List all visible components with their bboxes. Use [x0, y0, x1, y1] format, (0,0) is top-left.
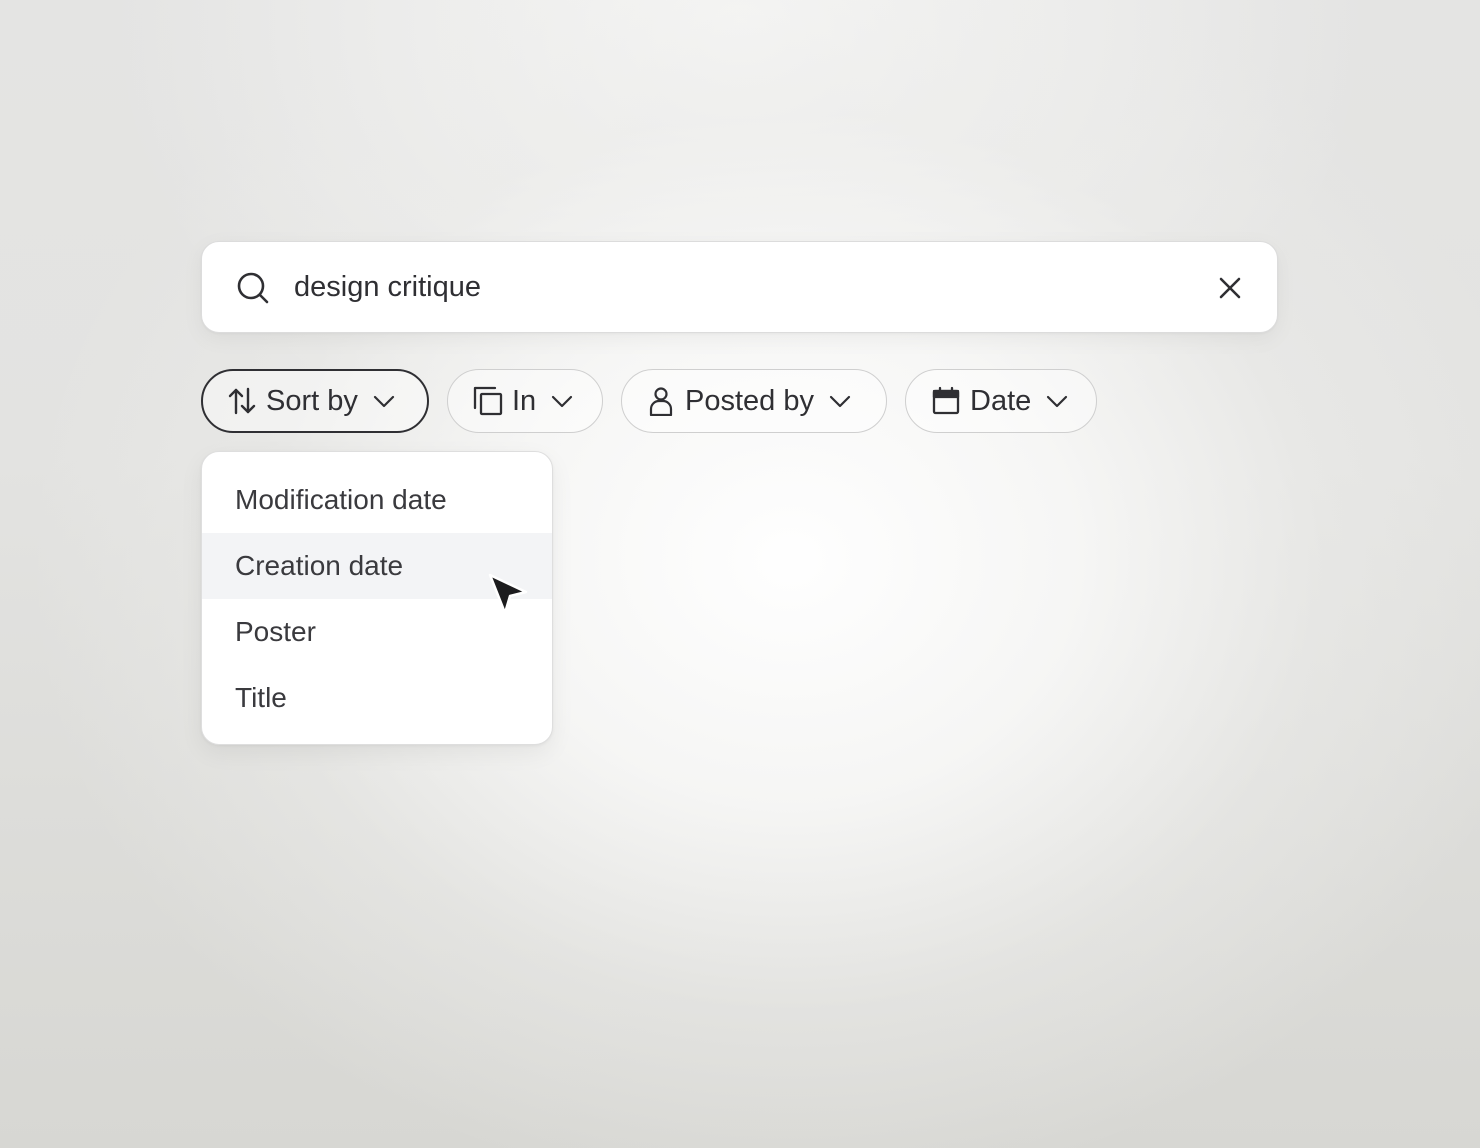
sort-by-filter-button[interactable]: Sort by — [201, 369, 429, 433]
date-label: Date — [970, 384, 1032, 417]
sort-by-label: Sort by — [266, 384, 358, 417]
chevron-down-icon — [828, 389, 852, 413]
sort-arrows-icon — [227, 386, 257, 416]
in-label: In — [512, 384, 537, 417]
date-filter-button[interactable]: Date — [905, 369, 1097, 433]
calendar-icon — [931, 386, 961, 416]
in-filter-button[interactable]: In — [447, 369, 603, 433]
person-icon — [646, 386, 676, 416]
menu-item-poster[interactable]: Poster — [202, 599, 552, 665]
search-input[interactable] — [294, 264, 1174, 310]
menu-item-creation-date[interactable]: Creation date — [202, 533, 552, 599]
menu-item-title[interactable]: Title — [202, 665, 552, 731]
menu-item-modification-date[interactable]: Modification date — [202, 467, 552, 533]
close-icon[interactable] — [1218, 276, 1242, 300]
posted-by-filter-button[interactable]: Posted by — [621, 369, 887, 433]
sort-by-dropdown-menu: Modification date Creation date Poster T… — [201, 451, 553, 745]
posted-by-label: Posted by — [685, 384, 814, 417]
copy-icon — [473, 386, 503, 416]
chevron-down-icon — [550, 389, 574, 413]
chevron-down-icon — [1045, 389, 1069, 413]
chevron-down-icon — [372, 389, 396, 413]
search-bar — [201, 241, 1278, 333]
search-icon — [236, 271, 270, 305]
